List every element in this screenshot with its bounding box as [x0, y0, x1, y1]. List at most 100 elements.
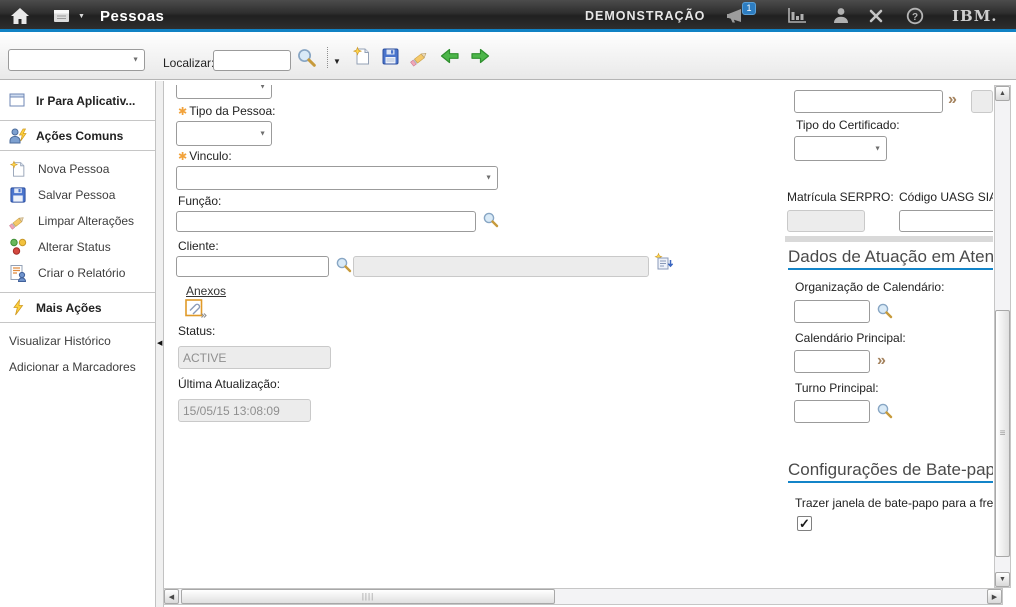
scroll-down-icon: ▼	[999, 576, 1006, 583]
sidebar-splitter[interactable]: ◀	[155, 81, 164, 607]
codigo-uasg-input[interactable]	[899, 210, 993, 232]
announcements-button[interactable]: 1	[724, 0, 760, 32]
sidebar-item-label: Limpar Alterações	[38, 214, 134, 228]
action-sidebar: Ir Para Aplicativ... Ações Comuns Nova P…	[0, 81, 155, 607]
goto-applications-button[interactable]: ▼	[52, 0, 85, 32]
funcao-input[interactable]	[176, 211, 476, 232]
save-icon	[381, 47, 400, 66]
organizacao-calendario-label: Organização de Calendário:	[795, 280, 944, 294]
chevron-down-icon: ▼	[259, 85, 266, 90]
form-content: ▼ ✱Tipo da Pessoa: ▼ ✱Vinculo: ▼ Função:…	[165, 85, 993, 588]
new-record-icon	[352, 46, 372, 66]
common-actions-icon	[8, 127, 28, 145]
calendario-principal-input[interactable]	[794, 350, 870, 373]
sidebar-item-salvar-pessoa[interactable]: Salvar Pessoa	[0, 182, 155, 208]
chevron-down-icon: ▼	[874, 145, 881, 152]
new-record-icon	[8, 160, 28, 178]
home-button[interactable]	[10, 0, 30, 32]
sidebar-item-label: Visualizar Histórico	[9, 334, 111, 348]
scroll-up-button[interactable]: ▲	[995, 86, 1010, 101]
collapse-sidebar-icon[interactable]: ◀	[157, 339, 162, 347]
tipo-certificado-label: Tipo do Certificado:	[796, 118, 900, 132]
cliente-lookup-button[interactable]	[335, 256, 353, 274]
sidebar-item-label: Alterar Status	[38, 240, 111, 254]
vertical-scrollbar-thumb[interactable]: ≡	[995, 310, 1010, 557]
clipped-top-select[interactable]: ▼	[176, 85, 272, 99]
reports-button[interactable]	[786, 0, 808, 32]
clear-changes-icon	[8, 212, 28, 230]
check-icon: ✓	[799, 517, 810, 530]
previous-record-button[interactable]	[439, 46, 461, 66]
horizontal-scrollbar-thumb[interactable]: ||||	[181, 589, 555, 604]
app-title: Pessoas	[100, 0, 164, 32]
search-icon	[876, 402, 894, 420]
attachments-button[interactable]	[185, 299, 207, 319]
help-button[interactable]: ?	[906, 0, 924, 32]
required-icon: ✱	[178, 106, 187, 118]
environment-label: DEMONSTRAÇÃO	[585, 0, 705, 32]
arrow-right-icon	[469, 46, 491, 66]
chevrons-detail-icon[interactable]: »	[877, 354, 886, 368]
bar-chart-icon	[786, 7, 808, 25]
record-nav-select[interactable]: ▼	[8, 49, 145, 71]
turno-principal-input[interactable]	[794, 400, 870, 423]
sidebar-item-alterar-status[interactable]: Alterar Status	[0, 234, 155, 260]
chat-section-title: Configurações de Bate-papo e	[788, 457, 993, 483]
search-icon	[876, 302, 894, 320]
sidebar-item-criar-relatorio[interactable]: Criar o Relatório	[0, 260, 155, 286]
tipo-certificado-select[interactable]: ▼	[794, 136, 887, 161]
vinculo-label: ✱Vinculo:	[178, 149, 232, 163]
sidebar-item-label: Adicionar a Marcadores	[9, 360, 136, 374]
toolbar-separator	[327, 47, 328, 68]
search-icon	[296, 47, 318, 69]
scroll-down-button[interactable]: ▼	[995, 572, 1010, 587]
funcao-lookup-button[interactable]	[482, 211, 500, 229]
chat-checkbox[interactable]: ✓	[797, 516, 812, 531]
chevrons-detail-icon[interactable]: »	[948, 93, 957, 107]
save-icon	[8, 186, 28, 204]
vinculo-select[interactable]: ▼	[176, 166, 498, 190]
change-status-icon	[8, 238, 28, 256]
sidebar-item-adicionar-marcadores[interactable]: Adicionar a Marcadores	[0, 354, 155, 380]
advanced-search-caret[interactable]: ▼	[333, 57, 341, 66]
sidebar-item-goto-applications[interactable]: Ir Para Aplicativ...	[0, 81, 155, 121]
new-record-button[interactable]	[352, 46, 372, 66]
turno-principal-lookup-button[interactable]	[876, 402, 894, 420]
person-icon	[832, 7, 850, 25]
sidebar-header-more-actions: Mais Ações	[0, 293, 155, 323]
horizontal-scrollbar[interactable]: ◀ |||| ▶	[163, 588, 1003, 605]
certificado-input[interactable]	[794, 90, 943, 113]
anexos-link[interactable]: Anexos	[186, 284, 226, 298]
logout-button[interactable]	[868, 0, 884, 32]
sidebar-item-visualizar-historico[interactable]: Visualizar Histórico	[0, 328, 155, 354]
sidebar-item-limpar-alteracoes[interactable]: Limpar Alterações	[0, 208, 155, 234]
scroll-left-button[interactable]: ◀	[164, 589, 179, 604]
codigo-uasg-label: Código UASG SIASG	[899, 190, 993, 204]
tipo-pessoa-select[interactable]: ▼	[176, 121, 272, 146]
help-icon: ?	[906, 7, 924, 25]
organizacao-calendario-input[interactable]	[794, 300, 870, 323]
tipo-pessoa-label: ✱Tipo da Pessoa:	[178, 104, 276, 118]
cliente-label: Cliente:	[178, 239, 219, 253]
profile-button[interactable]	[832, 0, 850, 32]
window-icon	[8, 93, 28, 109]
cliente-detail-menu-button[interactable]	[654, 252, 674, 272]
cliente-input[interactable]	[176, 256, 329, 277]
app-window: ▼ Pessoas DEMONSTRAÇÃO 1 ? IBM. ▼ Locali…	[0, 0, 1016, 607]
svg-text:?: ?	[912, 12, 918, 23]
sidebar-item-label: Nova Pessoa	[38, 162, 109, 176]
close-icon	[868, 8, 884, 24]
search-button[interactable]	[296, 47, 318, 69]
clear-changes-button[interactable]	[409, 47, 431, 67]
sidebar-item-nova-pessoa[interactable]: Nova Pessoa	[0, 156, 155, 182]
grip-icon: ||||	[362, 592, 374, 601]
find-input[interactable]	[213, 50, 291, 71]
chat-checkbox-label: Trazer janela de bate-papo para a frente…	[795, 496, 993, 510]
vertical-scrollbar[interactable]: ▲ ≡ ▼	[994, 85, 1011, 588]
chevron-down-icon: ▼	[78, 13, 85, 20]
save-record-button[interactable]	[381, 47, 400, 66]
organizacao-calendario-lookup-button[interactable]	[876, 302, 894, 320]
scroll-right-button[interactable]: ▶	[987, 589, 1002, 604]
create-report-icon	[8, 264, 28, 282]
next-record-button[interactable]	[469, 46, 491, 66]
